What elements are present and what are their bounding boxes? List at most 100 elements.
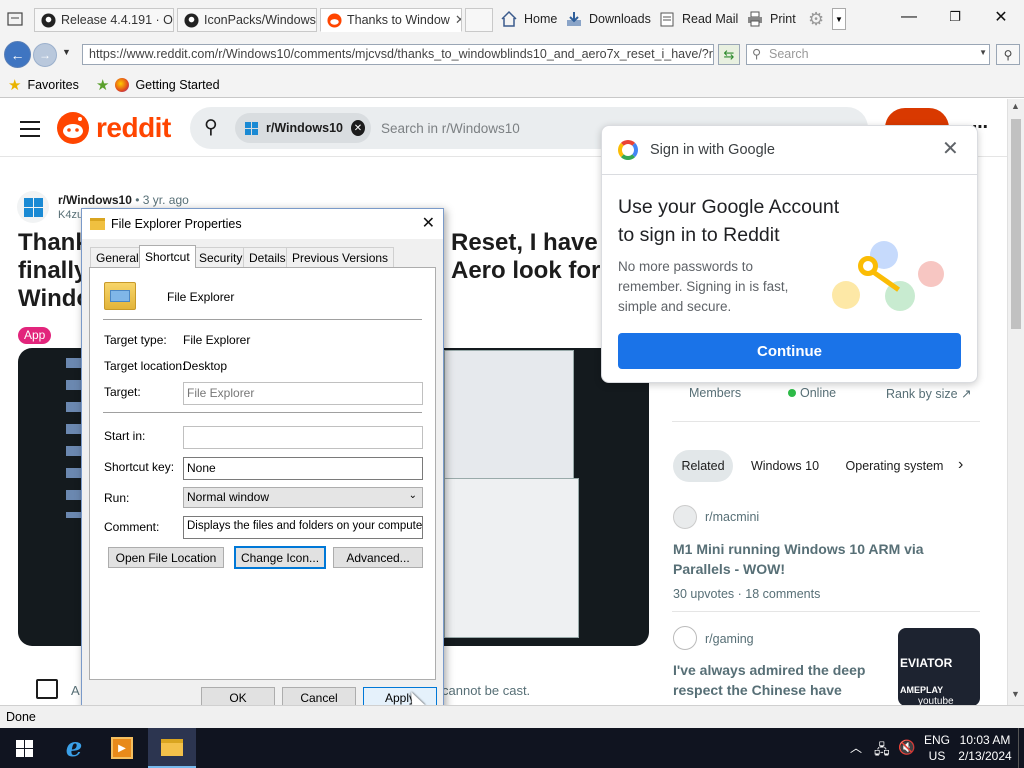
favorites-button[interactable]: ★ Favorites — [8, 76, 79, 94]
menu-icon[interactable] — [20, 119, 40, 137]
tab-general[interactable]: General — [90, 247, 145, 267]
scroll-down-icon[interactable]: ▼ — [1011, 689, 1020, 699]
chevron-right-icon[interactable]: › — [958, 456, 963, 474]
search-go-button[interactable]: ⚲ — [996, 44, 1020, 65]
home-button[interactable]: Home — [500, 8, 557, 30]
related-subreddit[interactable]: r/macmini — [705, 510, 759, 524]
show-desktop-button[interactable] — [1018, 728, 1024, 768]
related-post-1[interactable]: r/macmini M1 Mini running Windows 10 ARM… — [673, 505, 981, 605]
close-icon[interactable]: ✕ — [942, 136, 959, 161]
tab-label: Thanks to Window — [347, 13, 450, 27]
tab-reddit[interactable]: Thanks to Window ✕ — [320, 8, 462, 32]
toolbar-chevron-down-icon[interactable]: ▼ — [832, 8, 846, 30]
advanced-button[interactable]: Advanced... — [333, 547, 423, 568]
related-subreddit[interactable]: r/gaming — [705, 632, 754, 646]
thumbnail-text: AMEPLAY — [900, 685, 944, 695]
post-author[interactable]: K4zu — [58, 209, 83, 221]
show-hidden-icons-icon[interactable]: ︿ — [850, 739, 862, 756]
filter-windows-10[interactable]: Windows 10 — [741, 450, 829, 482]
close-window-button[interactable]: ✕ — [978, 0, 1024, 34]
tab-shortcut[interactable]: Shortcut — [139, 245, 196, 268]
tab-details[interactable]: Details — [243, 247, 292, 267]
open-file-location-button[interactable]: Open File Location — [108, 547, 224, 568]
shortcut-key-field[interactable]: None — [183, 457, 423, 480]
forward-button[interactable]: → — [33, 43, 57, 67]
history-chevron-down-icon[interactable]: ▼ — [62, 47, 71, 57]
scroll-up-icon[interactable]: ▲ — [1011, 101, 1020, 111]
clock-date: 2/13/2024 — [958, 749, 1012, 763]
chip-close-icon[interactable]: ✕ — [350, 120, 365, 136]
read-mail-button[interactable]: Read Mail — [658, 8, 738, 30]
run-label: Run: — [104, 491, 130, 505]
google-header: Sign in with Google — [650, 142, 775, 158]
downloads-button[interactable]: Downloads — [565, 8, 651, 30]
add-favorite-icon[interactable]: ★ — [96, 76, 109, 94]
language-code: ENG — [924, 733, 951, 747]
bookmark-getting-started[interactable]: ★ Getting Started — [96, 76, 220, 94]
related-post-2[interactable]: r/gaming I've always admired the deep re… — [673, 626, 981, 705]
clock[interactable]: 10:03 AM 2/13/2024 — [958, 732, 1012, 764]
taskbar-media-player[interactable]: ▶ — [98, 728, 146, 768]
run-select[interactable]: Normal window ⌄ — [183, 487, 423, 508]
comment-field[interactable]: Displays the files and folders on your c… — [183, 516, 423, 539]
heading-line: to sign in to Reddit — [618, 224, 780, 246]
post-subreddit[interactable]: r/Windows10 — [58, 193, 132, 207]
related-title[interactable]: M1 Mini running Windows 10 ARM via Paral… — [673, 539, 943, 579]
rank-by-size-link[interactable]: Rank by size ↗ — [886, 386, 972, 401]
volume-muted-icon[interactable]: 🔇 — [898, 739, 915, 756]
tab-close-icon[interactable]: ✕ — [455, 12, 461, 28]
start-button[interactable] — [0, 728, 48, 768]
downloads-icon — [567, 12, 581, 26]
online-dot-icon — [788, 389, 796, 397]
tab-security[interactable]: Security — [193, 247, 249, 267]
restore-button[interactable]: ❐ — [932, 0, 978, 34]
tab-iconpacks[interactable]: IconPacks/Windows — [177, 8, 317, 32]
tab-release[interactable]: Release 4.4.191 · Oper — [34, 8, 174, 32]
upvotes: 30 upvotes — [673, 587, 735, 601]
comment-label: Comment: — [104, 520, 160, 534]
post-age: • 3 yr. ago — [135, 193, 189, 207]
taskbar-internet-explorer[interactable]: e — [50, 728, 98, 768]
filter-operating-system[interactable]: Operating system — [837, 450, 952, 482]
language-indicator[interactable]: ENG US — [924, 732, 950, 764]
continue-button[interactable]: Continue — [618, 333, 961, 369]
filter-related[interactable]: Related — [673, 450, 733, 482]
tab-list-icon[interactable] — [6, 10, 24, 28]
back-button[interactable]: ← — [4, 41, 31, 68]
search-chip[interactable]: r/Windows10 ✕ — [235, 113, 371, 143]
network-icon[interactable]: 🖧 — [874, 739, 890, 763]
post-title-right: Reset, I have Aero look for — [451, 229, 600, 285]
minimize-button[interactable]: — — [886, 0, 932, 34]
target-type-value: File Explorer — [183, 333, 251, 347]
browser-search-input[interactable]: ⚲ Search ▼ — [746, 44, 990, 65]
start-in-field[interactable] — [183, 426, 423, 449]
archive-notice: cannot be cast. — [442, 683, 531, 698]
github-icon — [184, 12, 199, 28]
new-tab-button[interactable] — [465, 8, 493, 32]
subreddit-avatar[interactable] — [17, 191, 49, 223]
scroll-thumb[interactable] — [1011, 119, 1021, 329]
reddit-logo[interactable]: reddit — [56, 111, 171, 145]
rank-label: Rank by size — [886, 387, 958, 401]
change-icon-button[interactable]: Change Icon... — [234, 546, 326, 569]
url-input[interactable]: https://www.reddit.com/r/Windows10/comme… — [82, 44, 714, 65]
related-thumbnail[interactable]: EVIATOR AMEPLAY youtube — [898, 628, 980, 705]
target-field[interactable]: File Explorer — [183, 382, 423, 405]
taskbar-file-explorer[interactable] — [148, 728, 196, 768]
shortcut-name: File Explorer — [167, 290, 235, 304]
gaming-avatar-icon — [673, 626, 697, 650]
search-dropdown-icon[interactable]: ▼ — [979, 48, 987, 57]
dialog-titlebar[interactable]: File Explorer Properties ✕ — [82, 209, 443, 239]
related-title[interactable]: I've always admired the deep respect the… — [673, 660, 873, 705]
post-flair[interactable]: App — [18, 327, 52, 344]
print-button[interactable]: Print — [746, 8, 796, 30]
home-label: Home — [524, 12, 558, 26]
mail-icon — [660, 12, 674, 27]
windows-logo-icon — [245, 121, 258, 135]
tab-previous-versions[interactable]: Previous Versions — [286, 247, 395, 267]
gear-icon[interactable]: ⚙ — [808, 9, 824, 30]
reload-button[interactable]: ⇆ — [718, 44, 740, 65]
page-scrollbar[interactable]: ▲ ▼ — [1007, 99, 1024, 705]
dialog-close-icon[interactable]: ✕ — [422, 213, 435, 233]
comments: 18 comments — [745, 587, 821, 601]
